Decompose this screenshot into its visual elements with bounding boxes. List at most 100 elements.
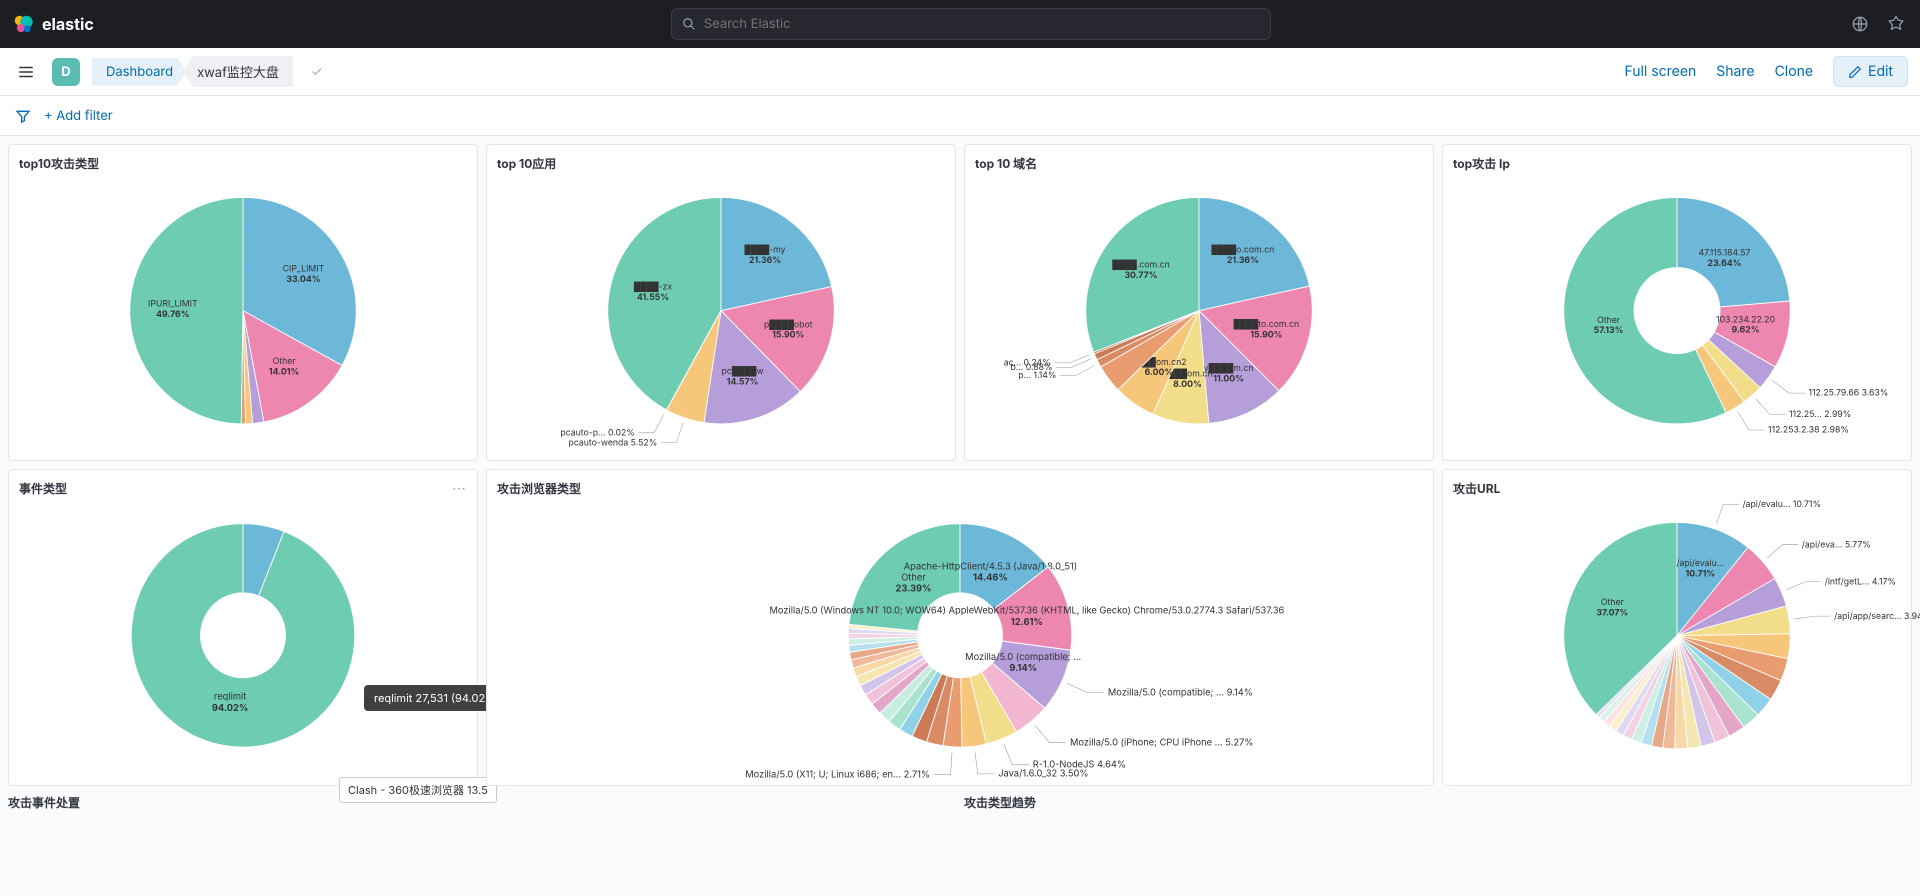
- svg-text:10.71%: 10.71%: [1685, 569, 1715, 579]
- newsfeed-icon[interactable]: [1848, 12, 1872, 36]
- svg-text:Mozilla/5.0 (X11; U; Linux i68: Mozilla/5.0 (X11; U; Linux i686; en... 2…: [745, 769, 930, 780]
- svg-text:12.61%: 12.61%: [1011, 617, 1043, 628]
- pie-chart[interactable]: ████-zx41.55% ████-my21.36% p████obot15.90…: [497, 180, 945, 450]
- help-icon[interactable]: [1884, 12, 1908, 36]
- panel-attack-url: 攻击URL Other37.07% /api/evalu...10.71% /api…: [1442, 469, 1912, 786]
- svg-text:IPURI_LIMIT: IPURI_LIMIT: [148, 300, 198, 310]
- svg-text:112.25... 2.99%: 112.25... 2.99%: [1789, 409, 1851, 420]
- nav-toggle-button[interactable]: [12, 58, 40, 86]
- breadcrumb-page: xwaf监控大盘: [183, 56, 293, 87]
- panel-title: 攻击浏览器类型: [497, 480, 1423, 497]
- svg-text:pcauto-p... 0.02%: pcauto-p... 0.02%: [560, 428, 634, 438]
- edit-button[interactable]: Edit: [1833, 56, 1908, 87]
- svg-text:/api/app/searc... 3.94%: /api/app/searc... 3.94%: [1834, 611, 1920, 622]
- svg-text:14.57%: 14.57%: [727, 377, 759, 387]
- panel-top10-domain: top 10 域名 ████.com.cn30.77%████o.com.cn2…: [964, 144, 1434, 461]
- svg-text:Java/1.6.0_32 3.50%: Java/1.6.0_32 3.50%: [998, 769, 1088, 780]
- svg-text:37.07%: 37.07%: [1596, 608, 1628, 618]
- svg-text:████-zx: ████-zx: [634, 282, 672, 293]
- panel-top10-app: top 10应用 ████-zx41.55%████-my21.36%p████…: [486, 144, 956, 461]
- clone-link[interactable]: Clone: [1775, 63, 1813, 80]
- svg-text:14.01%: 14.01%: [269, 368, 300, 378]
- filter-bar: + Add filter: [0, 96, 1920, 136]
- panel-options-icon[interactable]: ⋯: [452, 480, 467, 497]
- svg-text:Mozilla/5.0 (Windows NT 10.0;: Mozilla/5.0 (Windows NT 10.0; WOW64) App…: [770, 606, 1285, 617]
- svg-text:112.25.79.66 3.63%: 112.25.79.66 3.63%: [1808, 388, 1888, 399]
- svg-text:103.234.22.20: 103.234.22.20: [1716, 315, 1775, 325]
- svg-text:23.39%: 23.39%: [895, 583, 931, 594]
- svg-text:p████obot: p████obot: [764, 319, 813, 330]
- svg-text:Mozilla/5.0 (compatible; ...: Mozilla/5.0 (compatible; ...: [965, 652, 1081, 663]
- svg-text:pc████w: pc████w: [722, 366, 764, 377]
- svg-text:15.90%: 15.90%: [1250, 330, 1282, 340]
- elastic-icon: [12, 13, 34, 35]
- pie-chart[interactable]: ████.com.cn30.77%████o.com.cn21.36%████t…: [975, 180, 1423, 450]
- svg-text:94.02%: 94.02%: [212, 703, 248, 714]
- next-row-titles: 攻击事件处置 攻击类型趋势: [0, 794, 1920, 811]
- svg-text:ac... 0.24%: ac... 0.24%: [1004, 358, 1051, 368]
- svg-text:41.55%: 41.55%: [637, 293, 669, 303]
- svg-text:/api/evalu... 10.71%: /api/evalu... 10.71%: [1742, 500, 1821, 510]
- svg-text:33.04%: 33.04%: [286, 275, 320, 285]
- svg-text:15.90%: 15.90%: [772, 331, 804, 341]
- pencil-icon: [1848, 65, 1862, 79]
- svg-text:/intf/getL... 4.17%: /intf/getL... 4.17%: [1825, 577, 1896, 587]
- share-link[interactable]: Share: [1716, 63, 1754, 80]
- panel-attack-browser: 攻击浏览器类型 Other23.39%Apache-HttpClient/4.5…: [486, 469, 1434, 786]
- svg-text:47.115.184.57: 47.115.184.57: [1699, 248, 1751, 258]
- global-search[interactable]: [671, 8, 1271, 40]
- svg-text:Other: Other: [901, 572, 926, 583]
- svg-text:14.46%: 14.46%: [973, 573, 1008, 584]
- donut-chart[interactable]: Other23.39%Apache-HttpClient/4.5.3 (Java…: [497, 505, 1423, 775]
- svg-text:████-my: ████-my: [745, 245, 786, 256]
- svg-text:30.77%: 30.77%: [1124, 271, 1157, 281]
- panel-title: 攻击URL: [1453, 480, 1901, 497]
- svg-text:████.com.cn: ████.com.cn: [1112, 260, 1170, 271]
- panel-top10-attack-type: top10攻击类型 IPURI_LIMIT49.76%CIP_LIMIT33.0…: [8, 144, 478, 461]
- breadcrumb: Dashboard xwaf监控大盘: [92, 56, 293, 87]
- svg-text:112.253.2.38 2.98%: 112.253.2.38 2.98%: [1768, 425, 1849, 436]
- search-input[interactable]: [704, 16, 1260, 32]
- svg-text:Other: Other: [1597, 316, 1621, 326]
- donut-chart[interactable]: reqlimit 27,531 (94.02%) reqlimit94.02%: [19, 505, 467, 775]
- breadcrumb-app[interactable]: Dashboard: [92, 58, 187, 86]
- panel-event-type: 事件类型 ⋯ reqlimit 27,531 (94.02%) reqlimit…: [8, 469, 478, 786]
- svg-text:9.62%: 9.62%: [1732, 326, 1760, 336]
- edit-label: Edit: [1868, 63, 1893, 80]
- svg-text:Mozilla/5.0 (compatible; ...: Mozilla/5.0 (compatible; ... 9.14%: [1108, 687, 1253, 698]
- svg-text:/api/evalu...: /api/evalu...: [1676, 559, 1724, 569]
- svg-text:6.00%: 6.00%: [1145, 368, 1174, 378]
- search-icon: [682, 17, 696, 31]
- svg-text:████to.com.cn: ████to.com.cn: [1234, 319, 1299, 330]
- add-filter-link[interactable]: + Add filter: [44, 108, 113, 124]
- svg-text:Other: Other: [1601, 598, 1625, 608]
- hamburger-icon: [17, 63, 35, 81]
- space-avatar[interactable]: D: [52, 58, 80, 86]
- panel-top-attack-ip: top攻击 Ip Other57.13%47.115.184.5723.64%1…: [1442, 144, 1912, 461]
- panel-title: top 10 域名: [975, 155, 1423, 172]
- svg-text:CIP_LIMIT: CIP_LIMIT: [283, 265, 325, 275]
- svg-text:████o.com.cn: ████o.com.cn: [1212, 244, 1275, 255]
- svg-text:Other: Other: [273, 357, 297, 367]
- fullscreen-link[interactable]: Full screen: [1624, 63, 1696, 80]
- donut-chart[interactable]: Other57.13% 47.115.184.5723.64% 103.234.22…: [1453, 180, 1901, 450]
- dashboard-grid: top10攻击类型 IPURI_LIMIT49.76%CIP_LIMIT33.0…: [0, 136, 1920, 794]
- svg-text:reqlimit: reqlimit: [214, 692, 246, 703]
- filter-options-icon[interactable]: [12, 105, 34, 127]
- svg-text:57.13%: 57.13%: [1594, 326, 1624, 336]
- svg-text:11.00%: 11.00%: [1213, 374, 1244, 384]
- tooltip-clash: Clash - 360极速浏览器 13.5: [339, 777, 497, 803]
- svg-text:pcauto-wenda 5.52%: pcauto-wenda 5.52%: [569, 438, 658, 448]
- svg-text:8.00%: 8.00%: [1173, 380, 1202, 390]
- global-header: elastic: [0, 0, 1920, 48]
- svg-text:Mozilla/5.0 (iPhone; CPU iPhon: Mozilla/5.0 (iPhone; CPU iPhone ... 5.27…: [1070, 737, 1253, 748]
- elastic-logo[interactable]: elastic: [12, 13, 94, 35]
- brand-text: elastic: [42, 14, 94, 34]
- pie-chart[interactable]: IPURI_LIMIT49.76%CIP_LIMIT33.04%Other14.…: [19, 180, 467, 450]
- svg-text:21.36%: 21.36%: [749, 256, 781, 266]
- svg-text:23.64%: 23.64%: [1708, 259, 1742, 269]
- panel-title: 事件类型: [19, 480, 467, 497]
- saved-check-icon: ✓: [311, 64, 323, 80]
- pie-chart[interactable]: Other37.07%/api/evalu...10.71%/api/evalu…: [1453, 505, 1901, 775]
- panel-title-stub: 攻击类型趋势: [964, 794, 1434, 811]
